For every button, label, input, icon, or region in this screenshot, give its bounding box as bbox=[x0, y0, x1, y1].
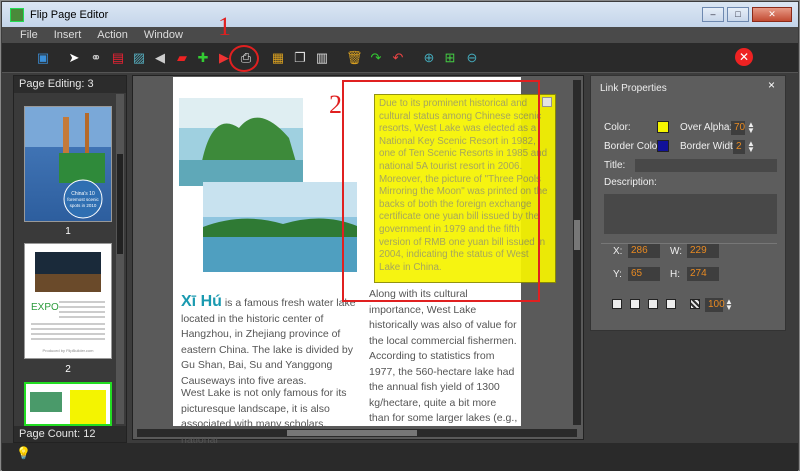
window-controls: – □ ✕ bbox=[702, 7, 792, 22]
page-editing-label: Page Editing: 3 bbox=[14, 76, 126, 93]
canvas-vertical-scrollbar[interactable] bbox=[573, 80, 581, 425]
zoom-out-icon[interactable]: ⊖ bbox=[464, 50, 480, 66]
lake-photo-2 bbox=[203, 182, 357, 272]
thumb-1-line3: spots in 2010 bbox=[70, 203, 97, 208]
undo-icon[interactable]: ↶ bbox=[390, 50, 406, 66]
redo-icon[interactable]: ↷ bbox=[368, 50, 384, 66]
print-highlight-circle bbox=[229, 45, 259, 72]
page-number-1: 1 bbox=[65, 226, 71, 237]
y-input[interactable]: 65 bbox=[628, 267, 660, 281]
color-swatch[interactable] bbox=[657, 121, 669, 133]
image-icon[interactable]: ▨ bbox=[131, 50, 147, 66]
intro-paragraph: Xī Hú is a famous fresh water lake locat… bbox=[181, 294, 356, 389]
link-icon[interactable]: ⚭ bbox=[88, 50, 104, 66]
multi-page-icon[interactable]: ▥ bbox=[314, 50, 330, 66]
over-alpha-label: Over Alpha: bbox=[680, 122, 733, 133]
minimize-button[interactable]: – bbox=[702, 7, 724, 22]
thumbnails-scrollbar[interactable] bbox=[116, 94, 124, 424]
menu-bar: File Insert Action Window bbox=[2, 27, 798, 43]
link-icon-badge bbox=[542, 97, 552, 107]
zoom-in-icon[interactable]: ⊕ bbox=[421, 50, 437, 66]
thumb-3-art bbox=[30, 390, 106, 424]
page-number-2: 2 bbox=[65, 364, 71, 375]
close-window-button[interactable]: ✕ bbox=[752, 7, 792, 22]
page-heading: Xī Hú bbox=[181, 293, 222, 310]
page-thumbnails-panel: Page Editing: 3 China's 10 foremost scen… bbox=[13, 75, 127, 443]
w-input[interactable]: 229 bbox=[687, 244, 719, 258]
menu-action[interactable]: Action bbox=[97, 27, 128, 43]
flash-icon[interactable]: ▰ bbox=[174, 50, 190, 66]
title-label: Title: bbox=[604, 160, 626, 171]
title-input[interactable] bbox=[635, 159, 777, 172]
border-color-swatch[interactable] bbox=[657, 140, 669, 152]
video-frame-icon[interactable]: ▤ bbox=[110, 50, 126, 66]
y-label: Y: bbox=[613, 269, 622, 280]
page-thumbnail-3[interactable] bbox=[24, 382, 112, 426]
fit-icon[interactable]: ⊞ bbox=[442, 50, 458, 66]
panel-close-button[interactable]: × bbox=[768, 78, 775, 92]
status-bar: 💡 bbox=[2, 443, 798, 471]
send-to-back-icon[interactable] bbox=[666, 299, 676, 309]
intro-text: is a famous fresh water lake located in … bbox=[181, 297, 356, 387]
window-title: Flip Page Editor bbox=[30, 8, 109, 21]
alpha-input[interactable]: 100 bbox=[705, 298, 725, 312]
link-properties-title: Link Properties bbox=[600, 83, 667, 94]
menu-window[interactable]: Window bbox=[144, 27, 183, 43]
bring-to-front-icon[interactable] bbox=[612, 299, 622, 309]
canvas-horizontal-scrollbar[interactable] bbox=[137, 429, 577, 437]
annotation-2: 2 bbox=[329, 90, 342, 119]
border-color-label: Border Color: bbox=[604, 141, 664, 152]
hint-bulb-icon[interactable]: 💡 bbox=[16, 446, 31, 460]
menu-insert[interactable]: Insert bbox=[54, 27, 82, 43]
annotation-1: 1 bbox=[218, 12, 231, 41]
link-highlight-rectangle bbox=[342, 80, 540, 302]
exit-icon[interactable]: ✕ bbox=[735, 48, 753, 66]
add-icon[interactable]: ✚ bbox=[195, 50, 211, 66]
color-label: Color: bbox=[604, 122, 631, 133]
page-thumbnail-2[interactable]: EXPO Produced by FlipBuilder.com bbox=[24, 243, 112, 359]
svg-text:EXPO: EXPO bbox=[31, 302, 59, 313]
copy-icon[interactable]: ❐ bbox=[292, 50, 308, 66]
over-alpha-input[interactable]: 70 bbox=[731, 121, 745, 135]
description-input[interactable] bbox=[604, 194, 777, 234]
transparency-icon bbox=[690, 299, 700, 309]
alpha-spinner[interactable]: ▲ ▼ bbox=[725, 298, 733, 312]
save-icon[interactable]: ▣ bbox=[35, 50, 51, 66]
link-properties-panel: Link Properties × Color: Over Alpha: 70 … bbox=[590, 75, 786, 331]
over-alpha-spinner[interactable]: ▲ ▼ bbox=[747, 121, 755, 135]
x-input[interactable]: 286 bbox=[628, 244, 660, 258]
lake-photo-1 bbox=[179, 98, 303, 186]
border-width-spinner[interactable]: ▲ ▼ bbox=[747, 140, 755, 154]
maximize-button[interactable]: □ bbox=[727, 7, 749, 22]
h-label: H: bbox=[670, 269, 680, 280]
pointer-icon[interactable]: ➤ bbox=[66, 50, 82, 66]
title-bar: Flip Page Editor – □ ✕ bbox=[2, 2, 798, 27]
paste-icon[interactable]: ▦ bbox=[270, 50, 286, 66]
w-label: W: bbox=[670, 246, 683, 257]
page-thumbnail-1[interactable]: China's 10 foremost scenic spots in 2010 bbox=[24, 106, 112, 222]
bring-forward-icon[interactable] bbox=[630, 299, 640, 309]
send-backward-icon[interactable] bbox=[648, 299, 658, 309]
menu-file[interactable]: File bbox=[20, 27, 38, 43]
audio-icon[interactable]: ◀ bbox=[152, 50, 168, 66]
x-label: X: bbox=[613, 246, 623, 257]
thumb-1-art: China's 10 foremost scenic spots in 2010 bbox=[25, 107, 111, 219]
second-paragraph: West Lake is not only famous for its pic… bbox=[181, 387, 347, 446]
border-width-label: Border Width: bbox=[680, 141, 742, 152]
page-count-label: Page Count: 12 bbox=[14, 426, 126, 442]
delete-icon[interactable]: 🗑 bbox=[346, 50, 363, 66]
app-icon bbox=[10, 7, 24, 22]
thumb-1-line2: foremost scenic bbox=[67, 197, 99, 202]
toolbar: ▣ ➤ ⚭ ▤ ▨ ◀ ▰ ✚ ▶ ⎙ ▦ ❐ ▥ 🗑 ↷ ↶ ⊕ ⊞ ⊖ ✕ bbox=[2, 43, 798, 73]
thumb-2-label: Produced by FlipBuilder.com bbox=[43, 348, 95, 353]
description-label: Description: bbox=[604, 177, 657, 188]
border-width-input[interactable]: 2 bbox=[733, 140, 745, 154]
h-input[interactable]: 274 bbox=[687, 267, 719, 281]
thumb-2-art: EXPO Produced by FlipBuilder.com bbox=[31, 252, 105, 353]
